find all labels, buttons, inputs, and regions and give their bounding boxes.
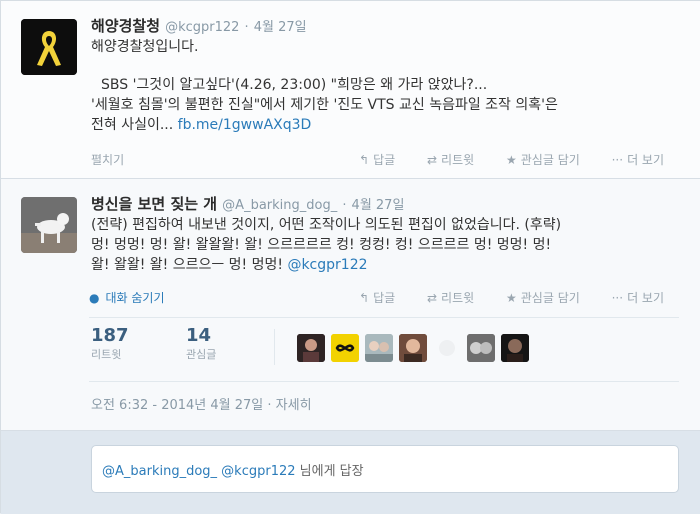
tweet-text: 해양경찰청입니다. SBS '그것이 알고싶다'(4.26, 23:00) "희…	[91, 39, 558, 133]
tweet-a-barking-dog[interactable]: 병신을 보면 짖는 개 @A_barking_dog_ · 4월 27일 (전략…	[1, 179, 700, 431]
person-icon	[501, 334, 529, 362]
avatar[interactable]	[21, 197, 77, 253]
divider	[89, 317, 679, 318]
tweet-date[interactable]: 4월 27일	[352, 198, 405, 213]
tweet-author-handle[interactable]: @A_barking_dog_	[222, 198, 337, 213]
avatar[interactable]	[21, 19, 77, 75]
tweet-text: (전략) 편집하여 내보낸 것이지, 어떤 조작이나 의도된 편집이 없었습니다…	[91, 217, 562, 273]
more-icon: ···	[611, 153, 624, 167]
reply-area: @A_barking_dog_ @kcgpr122 님에게 답장	[1, 431, 700, 514]
reply-button[interactable]: ↰ 답글	[359, 291, 409, 305]
tweet-kcgpr122[interactable]: 해양경찰청 @kcgpr122 · 4월 27일 해양경찰청입니다. SBS '…	[1, 1, 700, 179]
retweet-button[interactable]: ⇄ 리트윗	[427, 153, 488, 167]
retweeter-avatar[interactable]	[501, 334, 529, 362]
tweet-conversation: 해양경찰청 @kcgpr122 · 4월 27일 해양경찰청입니다. SBS '…	[0, 0, 700, 514]
retweeter-avatar[interactable]	[399, 334, 427, 362]
favorite-stat[interactable]: 14 관심글	[186, 325, 216, 362]
favorite-button[interactable]: ★ 관심글 담기	[506, 153, 594, 167]
tweet-author-name[interactable]: 해양경찰청	[91, 17, 160, 35]
speech-bubble-icon: ●	[89, 291, 100, 305]
more-button[interactable]: ··· 더 보기	[612, 291, 678, 305]
person-icon	[297, 334, 325, 362]
details-link[interactable]: 자세히	[276, 398, 312, 413]
default-egg-icon	[433, 334, 461, 362]
tweet-link[interactable]: fb.me/1gwwAXq3D	[178, 117, 312, 133]
yellow-ribbon-icon	[21, 19, 77, 75]
retweeter-avatar[interactable]	[467, 334, 495, 362]
reply-mentions: @A_barking_dog_ @kcgpr122	[102, 464, 296, 479]
tweet-date[interactable]: 4월 27일	[254, 20, 307, 35]
hide-conversation-button[interactable]: ● 대화 숨기기	[89, 291, 179, 305]
retweet-button[interactable]: ⇄ 리트윗	[427, 291, 488, 305]
yellow-ribbon-icon	[331, 334, 359, 362]
retweeter-avatar[interactable]	[433, 334, 461, 362]
reply-icon: ↰	[359, 291, 370, 305]
group-photo-icon	[365, 334, 393, 362]
retweet-icon: ⇄	[426, 153, 438, 167]
retweet-icon: ⇄	[426, 291, 438, 305]
reply-placeholder-suffix: 님에게 답장	[299, 464, 364, 479]
retweeter-avatar[interactable]	[365, 334, 393, 362]
tweet-timestamp[interactable]: 오전 6:32 - 2014년 4월 27일	[91, 398, 263, 413]
retweet-stat[interactable]: 187 리트윗	[91, 325, 129, 362]
more-button[interactable]: ··· 더 보기	[612, 153, 678, 167]
expand-link[interactable]: 펼치기	[91, 153, 124, 167]
retweeter-avatar[interactable]	[331, 334, 359, 362]
star-icon: ★	[506, 291, 517, 305]
more-icon: ···	[611, 291, 624, 305]
person-icon	[399, 334, 427, 362]
reply-button[interactable]: ↰ 답글	[359, 153, 409, 167]
circles-photo-icon	[467, 334, 495, 362]
tweet-author-handle[interactable]: @kcgpr122	[165, 20, 239, 35]
favorite-button[interactable]: ★ 관심글 담기	[506, 291, 594, 305]
retweeter-avatar[interactable]	[297, 334, 325, 362]
reply-input[interactable]: @A_barking_dog_ @kcgpr122 님에게 답장	[91, 445, 679, 493]
dog-photo-icon	[21, 197, 77, 253]
star-icon: ★	[506, 153, 517, 167]
tweet-author-name[interactable]: 병신을 보면 짖는 개	[91, 195, 217, 213]
reply-icon: ↰	[359, 153, 370, 167]
mention-link[interactable]: @kcgpr122	[287, 257, 367, 273]
